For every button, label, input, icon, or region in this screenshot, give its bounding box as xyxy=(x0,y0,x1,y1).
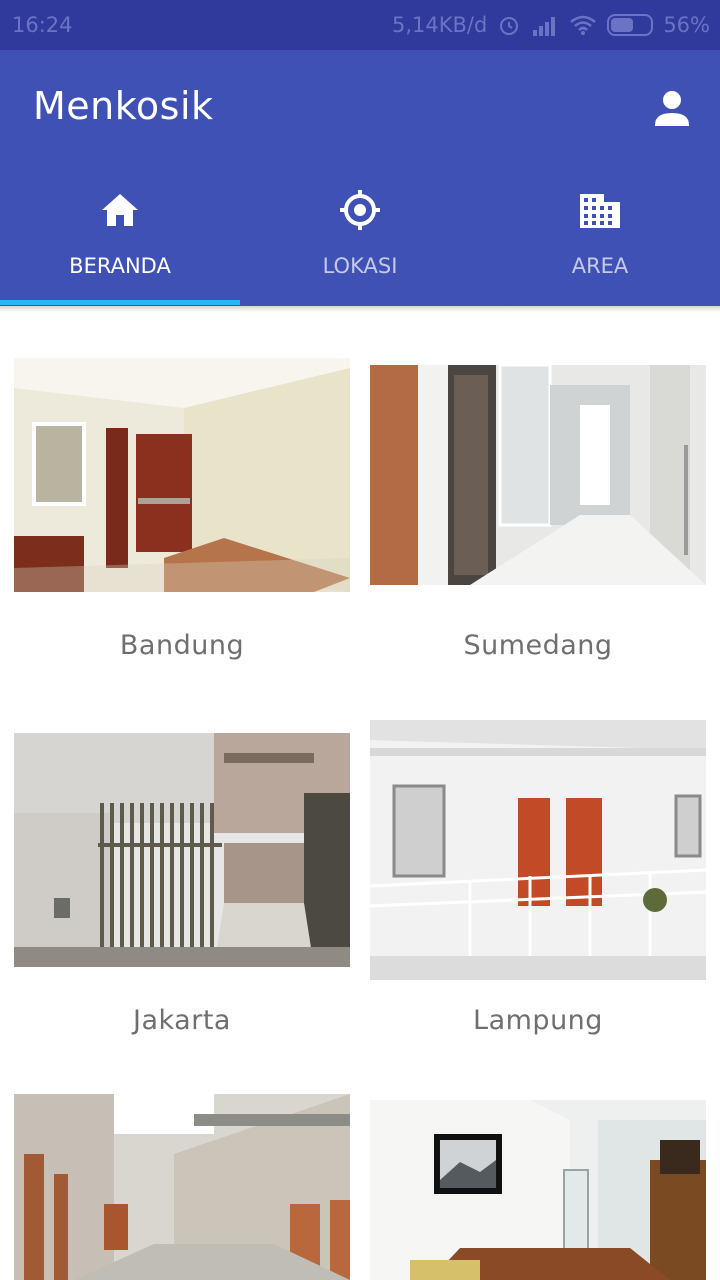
account-button[interactable] xyxy=(648,86,696,134)
tab-label: LOKASI xyxy=(322,254,398,278)
gps-target-icon xyxy=(340,190,380,230)
city-photo xyxy=(14,358,350,592)
tab-beranda[interactable]: BERANDA xyxy=(0,184,240,304)
building-icon xyxy=(580,194,620,228)
tab-indicator xyxy=(0,300,240,305)
app-title: Menkosik xyxy=(33,84,214,128)
person-icon xyxy=(655,91,689,126)
status-bar: 16:24 5,14KB/d 56% xyxy=(0,0,720,50)
home-icon xyxy=(102,194,138,226)
city-card-jakarta[interactable]: Jakarta xyxy=(14,733,350,1053)
city-name: Sumedang xyxy=(463,630,613,661)
battery-fill xyxy=(611,18,633,32)
city-photo xyxy=(14,1094,350,1280)
city-card-6[interactable] xyxy=(370,1100,706,1280)
status-icons: 5,14KB/d 56% xyxy=(392,13,710,37)
signal-icon xyxy=(533,17,556,36)
status-time: 16:24 xyxy=(12,13,73,37)
app-bar: Menkosik BERANDA LOKASI AREA xyxy=(0,50,720,306)
city-photo xyxy=(370,720,706,980)
city-photo xyxy=(370,1100,706,1280)
city-photo xyxy=(14,733,350,967)
city-card-bandung[interactable]: Bandung xyxy=(14,358,350,678)
city-name: Jakarta xyxy=(133,1005,231,1036)
tab-area[interactable]: AREA xyxy=(480,184,720,304)
city-card-5[interactable] xyxy=(14,1094,350,1280)
app-bar-shadow xyxy=(0,306,720,312)
city-card-lampung[interactable]: Lampung xyxy=(370,720,706,1053)
city-card-sumedang[interactable]: Sumedang xyxy=(370,358,706,678)
wifi-icon xyxy=(570,15,597,35)
net-speed: 5,14KB/d xyxy=(391,13,488,37)
tab-lokasi[interactable]: LOKASI xyxy=(240,184,480,304)
tab-bar: BERANDA LOKASI AREA xyxy=(0,184,720,304)
tab-label: AREA xyxy=(571,254,629,278)
battery-icon xyxy=(607,14,654,36)
alarm-icon xyxy=(500,17,519,35)
battery-percent: 56% xyxy=(663,13,710,37)
city-photo xyxy=(370,365,706,585)
city-name: Lampung xyxy=(473,1005,603,1036)
tab-label: BERANDA xyxy=(69,254,171,278)
city-name: Bandung xyxy=(119,630,245,661)
